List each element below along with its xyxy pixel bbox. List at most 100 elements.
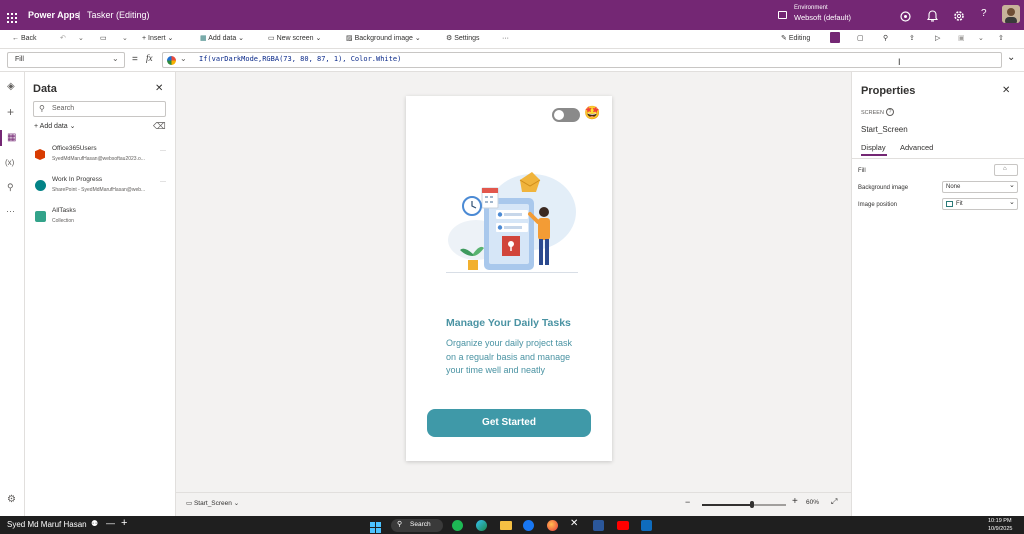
app-checker-icon[interactable] <box>830 32 840 43</box>
more-commands-button[interactable]: ··· <box>502 33 509 45</box>
word-icon[interactable] <box>593 520 604 531</box>
settings-gear-icon[interactable] <box>953 9 965 27</box>
image-position-dropdown[interactable]: Fit ⌄ <box>942 198 1018 210</box>
help-icon[interactable]: ? <box>981 8 987 19</box>
windows-start-icon[interactable] <box>370 520 381 534</box>
taskbar-search[interactable]: ⚲ Search <box>391 519 443 532</box>
get-started-button[interactable]: Get Started <box>427 409 591 437</box>
comments-icon[interactable]: ▢ <box>857 33 864 45</box>
command-bar: ← Back ↶ ⌄ ▭ ⌄ + Insert ⌄ ▦ Add data ⌄ ▭… <box>0 30 1024 48</box>
settings-gear-icon[interactable]: ⚙ <box>7 494 16 505</box>
copilot-formula-icon[interactable] <box>167 56 176 65</box>
info-icon[interactable]: ? <box>886 108 894 116</box>
data-table-icon[interactable]: ▦ <box>7 132 16 143</box>
environment-value[interactable]: Websoft (default) <box>794 13 851 22</box>
paste-dropdown-chevron-icon[interactable]: ⌄ <box>122 33 128 45</box>
settings-button[interactable]: ⚙ Settings <box>446 33 480 45</box>
data-source-name: Office365Users <box>52 145 97 152</box>
clock-time: 10:19 PM <box>988 518 1012 524</box>
screen-selector[interactable]: ▭ Start_Screen ⌄ <box>186 499 239 507</box>
undo-icon[interactable]: ↶ <box>60 33 66 45</box>
zoom-slider-fill <box>702 504 752 506</box>
zoom-out-icon[interactable]: − <box>685 497 690 507</box>
zoom-slider-thumb[interactable] <box>750 501 754 508</box>
add-icon[interactable]: + <box>121 517 127 529</box>
facebook-icon[interactable] <box>523 520 534 531</box>
participants-icon[interactable]: ⚉ <box>91 519 98 528</box>
youtube-icon[interactable] <box>617 521 629 530</box>
properties-panel: Properties ✕ SCREEN ? Start_Screen Displ… <box>851 72 1024 516</box>
expand-formula-chevron-icon[interactable]: ⌄ <box>1007 52 1015 63</box>
formula-expression: If(varDarkMode,RGBA(73, 80, 87, 1), Colo… <box>199 55 402 63</box>
search-icon[interactable]: ⚲ <box>7 182 14 193</box>
tab-advanced[interactable]: Advanced <box>900 143 933 152</box>
image-icon: ▨ <box>346 35 353 42</box>
refresh-broom-icon[interactable]: ⌫ <box>153 121 166 132</box>
taskbar-search-label: Search <box>410 521 431 528</box>
title-bar: Power Apps | Tasker (Editing) Environmen… <box>0 0 1024 30</box>
screen-type-label: SCREEN <box>861 110 884 116</box>
share-icon[interactable]: ⇪ <box>909 33 915 45</box>
list-item[interactable]: AllTasks Collection <box>25 204 175 230</box>
insert-button[interactable]: + Insert ⌄ <box>142 33 173 45</box>
insert-plus-icon[interactable]: + <box>7 105 14 119</box>
editing-mode-button[interactable]: ✎ Editing <box>781 33 810 45</box>
back-button[interactable]: ← Back <box>12 33 37 45</box>
avatar[interactable] <box>1002 5 1020 23</box>
props-divider <box>852 158 1024 159</box>
minimize-icon[interactable]: — <box>106 518 115 528</box>
notifications-icon[interactable] <box>926 9 939 27</box>
fit-to-window-icon[interactable]: ⤢ <box>831 497 837 507</box>
search-input[interactable]: ⚲ Search <box>33 101 166 117</box>
chevron-down-icon: ⌄ <box>233 500 240 507</box>
publish-icon[interactable]: ⇧ <box>998 33 1004 45</box>
more-options-icon[interactable]: ··· <box>160 179 166 185</box>
dark-mode-toggle[interactable] <box>552 108 580 122</box>
close-icon[interactable]: ✕ <box>1002 85 1010 96</box>
gear-icon: ⚙ <box>446 35 453 42</box>
app-launcher-icon[interactable] <box>7 10 17 23</box>
tab-display[interactable]: Display <box>861 143 886 152</box>
edge-icon[interactable] <box>476 520 487 531</box>
function-icon: fx <box>146 53 153 63</box>
fill-color-picker[interactable]: ⌂ <box>994 164 1018 176</box>
background-image-button[interactable]: ▨ Background image ⌄ <box>346 33 421 45</box>
close-icon[interactable]: ✕ <box>155 83 163 94</box>
tab-display-underline <box>861 154 887 156</box>
properties-title: Properties <box>861 85 916 97</box>
add-data-button[interactable]: ▦ Add data ⌄ <box>200 33 244 45</box>
firefox-icon[interactable] <box>547 520 558 531</box>
zoom-in-icon[interactable]: + <box>792 496 798 507</box>
save-icon[interactable]: ▣ <box>958 33 965 45</box>
tree-view-layers-icon[interactable]: ◈ <box>7 81 15 92</box>
file-explorer-icon[interactable] <box>500 521 512 530</box>
preview-play-icon[interactable]: ▷ <box>935 33 940 45</box>
variables-icon[interactable]: (x) <box>5 158 14 167</box>
more-options-icon[interactable]: ··· <box>160 148 166 154</box>
chevron-down-icon: ⌄ <box>414 35 421 42</box>
spotify-icon[interactable] <box>452 520 463 531</box>
copilot-icon[interactable] <box>900 9 911 27</box>
chevron-down-icon[interactable]: ⌄ <box>180 54 187 63</box>
list-item[interactable]: Work In Progress SharePoint - SyedMdMaru… <box>25 173 175 199</box>
fill-label: Fill <box>858 168 866 174</box>
outlook-icon[interactable] <box>641 520 652 531</box>
formula-input[interactable]: ⌄ If(varDarkMode,RGBA(73, 80, 87, 1), Co… <box>162 52 1002 68</box>
more-options-icon[interactable]: ··· <box>6 206 15 216</box>
paste-icon[interactable]: ▭ <box>100 33 107 45</box>
background-image-dropdown[interactable]: None ⌄ <box>942 181 1018 193</box>
screen-name: Start_Screen <box>861 125 908 134</box>
title-separator: | <box>78 10 81 20</box>
x-twitter-icon[interactable]: ✕ <box>570 518 578 529</box>
table-icon: ▦ <box>200 35 207 42</box>
app-screen-preview[interactable]: 🤩 Manage Your Daily Tasks Organize your … <box>406 96 612 461</box>
save-dropdown-chevron-icon[interactable]: ⌄ <box>978 33 984 45</box>
new-screen-button[interactable]: ▭ New screen ⌄ <box>268 33 321 45</box>
list-item[interactable]: Office365Users SyedMdMarufHasan@websofta… <box>25 142 175 168</box>
add-data-button[interactable]: + Add data ⌄ <box>34 122 76 130</box>
property-selector[interactable]: Fill ⌄ <box>7 52 125 68</box>
app-name[interactable]: Power Apps <box>28 0 80 30</box>
undo-dropdown-chevron-icon[interactable]: ⌄ <box>78 33 84 45</box>
virtual-agent-icon[interactable]: ⚲ <box>883 33 888 45</box>
zoom-slider[interactable] <box>702 501 786 508</box>
